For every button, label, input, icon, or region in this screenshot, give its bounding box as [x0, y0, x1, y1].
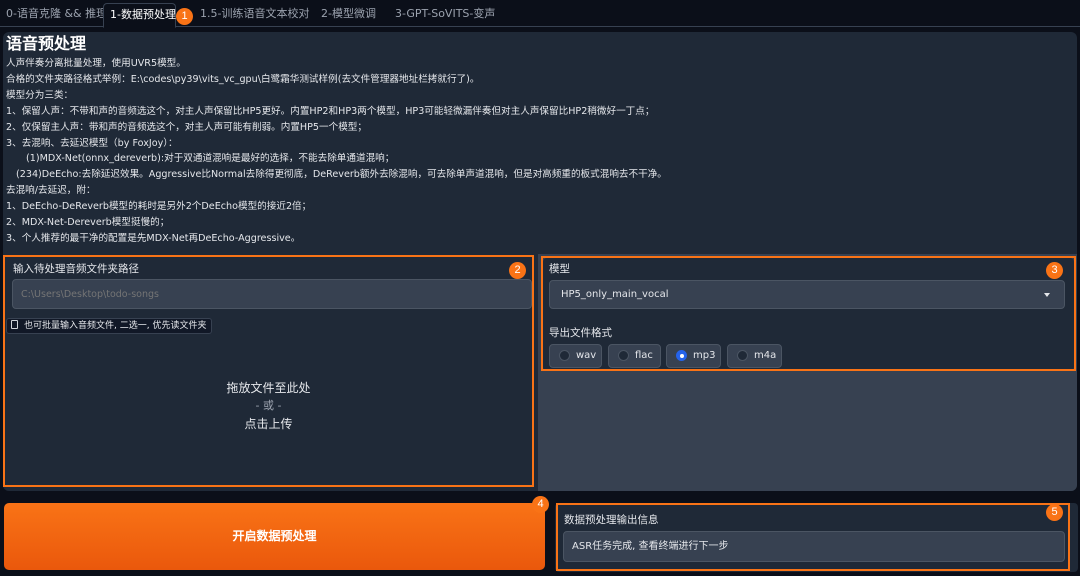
- format-radio-wav[interactable]: wav: [549, 344, 602, 368]
- tab-data-preprocess[interactable]: 1-数据预处理: [103, 3, 176, 28]
- input-folder-path[interactable]: [12, 279, 532, 309]
- model-select-value: HP5_only_main_vocal: [561, 289, 669, 300]
- intro-line: (1)MDX-Net(onnx_dereverb):对于双通道混响是最好的选择，…: [26, 153, 395, 165]
- drop-text: 拖放文件至此处: [226, 381, 311, 395]
- model-label: 模型: [549, 263, 570, 275]
- intro-line: 2、仅保留主人声：带和声的音频选这个，对主人声可能有削弱。内置HP5一个模型；: [6, 121, 367, 133]
- tab-text-proofread[interactable]: 1.5-训练语音文本校对: [194, 3, 315, 27]
- radio-circle-icon: [559, 350, 570, 361]
- radio-checked-icon: [676, 350, 687, 361]
- output-label: 数据预处理输出信息: [564, 514, 659, 526]
- intro-line: 人声伴奏分离批量处理，使用UVR5模型。: [6, 58, 186, 69]
- file-dropzone[interactable]: 拖放文件至此处 - 或 - 点击上传: [3, 337, 534, 485]
- file-icon: [11, 320, 18, 329]
- intro-line: 1、保留人声：不带和声的音频选这个，对主人声保留比HP5更好。内置HP2和HP3…: [6, 105, 655, 117]
- tab-voice-clone[interactable]: 0-语音克隆 && 推理: [0, 3, 113, 27]
- input-folder-label: 输入待处理音频文件夹路径: [13, 263, 139, 275]
- format-radio-mp3[interactable]: mp3: [666, 344, 721, 368]
- intro-line: (234)DeEcho:去除延迟效果。Aggressive比Normal去除得更…: [16, 169, 667, 181]
- intro-line: 3、去混响、去延迟模型（by FoxJoy）：: [6, 137, 178, 149]
- radio-label: mp3: [693, 350, 716, 361]
- intro-line: 合格的文件夹路径格式举例：E:\codes\py39\vits_vc_gpu\白…: [6, 73, 480, 85]
- start-preprocess-button[interactable]: 开启数据预处理: [4, 503, 545, 570]
- format-radio-m4a[interactable]: m4a: [727, 344, 782, 368]
- tab-voice-change[interactable]: 3-GPT-SoVITS-变声: [389, 3, 501, 27]
- output-card: 数据预处理输出信息 ASR任务完成, 查看终端进行下一步: [555, 503, 1078, 572]
- format-radio-flac[interactable]: flac: [608, 344, 661, 368]
- model-select[interactable]: HP5_only_main_vocal: [549, 280, 1065, 309]
- annotation-badge: 4: [532, 496, 549, 513]
- click-upload-text: 点击上传: [244, 417, 293, 431]
- radio-label: m4a: [754, 350, 777, 361]
- annotation-badge: 3: [1046, 262, 1063, 279]
- file-upload-label: 也可批量输入音频文件, 二选一, 优先读文件夹: [6, 318, 213, 334]
- radio-label: flac: [635, 350, 653, 361]
- input-panel: 输入待处理音频文件夹路径 也可批量输入音频文件, 二选一, 优先读文件夹 拖放文…: [3, 255, 534, 487]
- annotation-badge: 2: [509, 262, 526, 279]
- intro-line: 3、个人推荐的最干净的配置是先MDX-Net再DeEcho-Aggressive…: [6, 232, 301, 244]
- intro-line: 模型分为三类：: [6, 89, 74, 101]
- format-label: 导出文件格式: [549, 327, 612, 339]
- page-title: 语音预处理: [6, 34, 87, 53]
- intro-line: 1、DeEcho-DeReverb模型的耗时是另外2个DeEcho模型的接近2倍…: [6, 201, 312, 213]
- intro-markdown: 语音预处理 人声伴奏分离批量处理，使用UVR5模型。 合格的文件夹路径格式举例：…: [3, 32, 1077, 254]
- intro-line: 2、MDX-Net-Dereverb模型挺慢的；: [6, 217, 170, 229]
- file-hint-text: 也可批量输入音频文件, 二选一, 优先读文件夹: [24, 321, 207, 331]
- radio-circle-icon: [737, 350, 748, 361]
- model-card: 模型 HP5_only_main_vocal 导出文件格式 wav flac m…: [543, 258, 1074, 371]
- tab-bar: 0-语音克隆 && 推理 1-数据预处理 1.5-训练语音文本校对 2-模型微调…: [0, 0, 1080, 28]
- drop-or-text: - 或 -: [255, 399, 282, 412]
- radio-label: wav: [576, 350, 597, 361]
- annotation-badge: 5: [1046, 504, 1063, 521]
- tab-model-finetune[interactable]: 2-模型微调: [315, 3, 382, 27]
- output-textbox[interactable]: ASR任务完成, 查看终端进行下一步: [563, 531, 1065, 562]
- annotation-badge: 1: [176, 8, 193, 25]
- chevron-down-icon: [1044, 293, 1050, 297]
- radio-circle-icon: [618, 350, 629, 361]
- intro-line: 去混响/去延迟，附：: [6, 185, 96, 197]
